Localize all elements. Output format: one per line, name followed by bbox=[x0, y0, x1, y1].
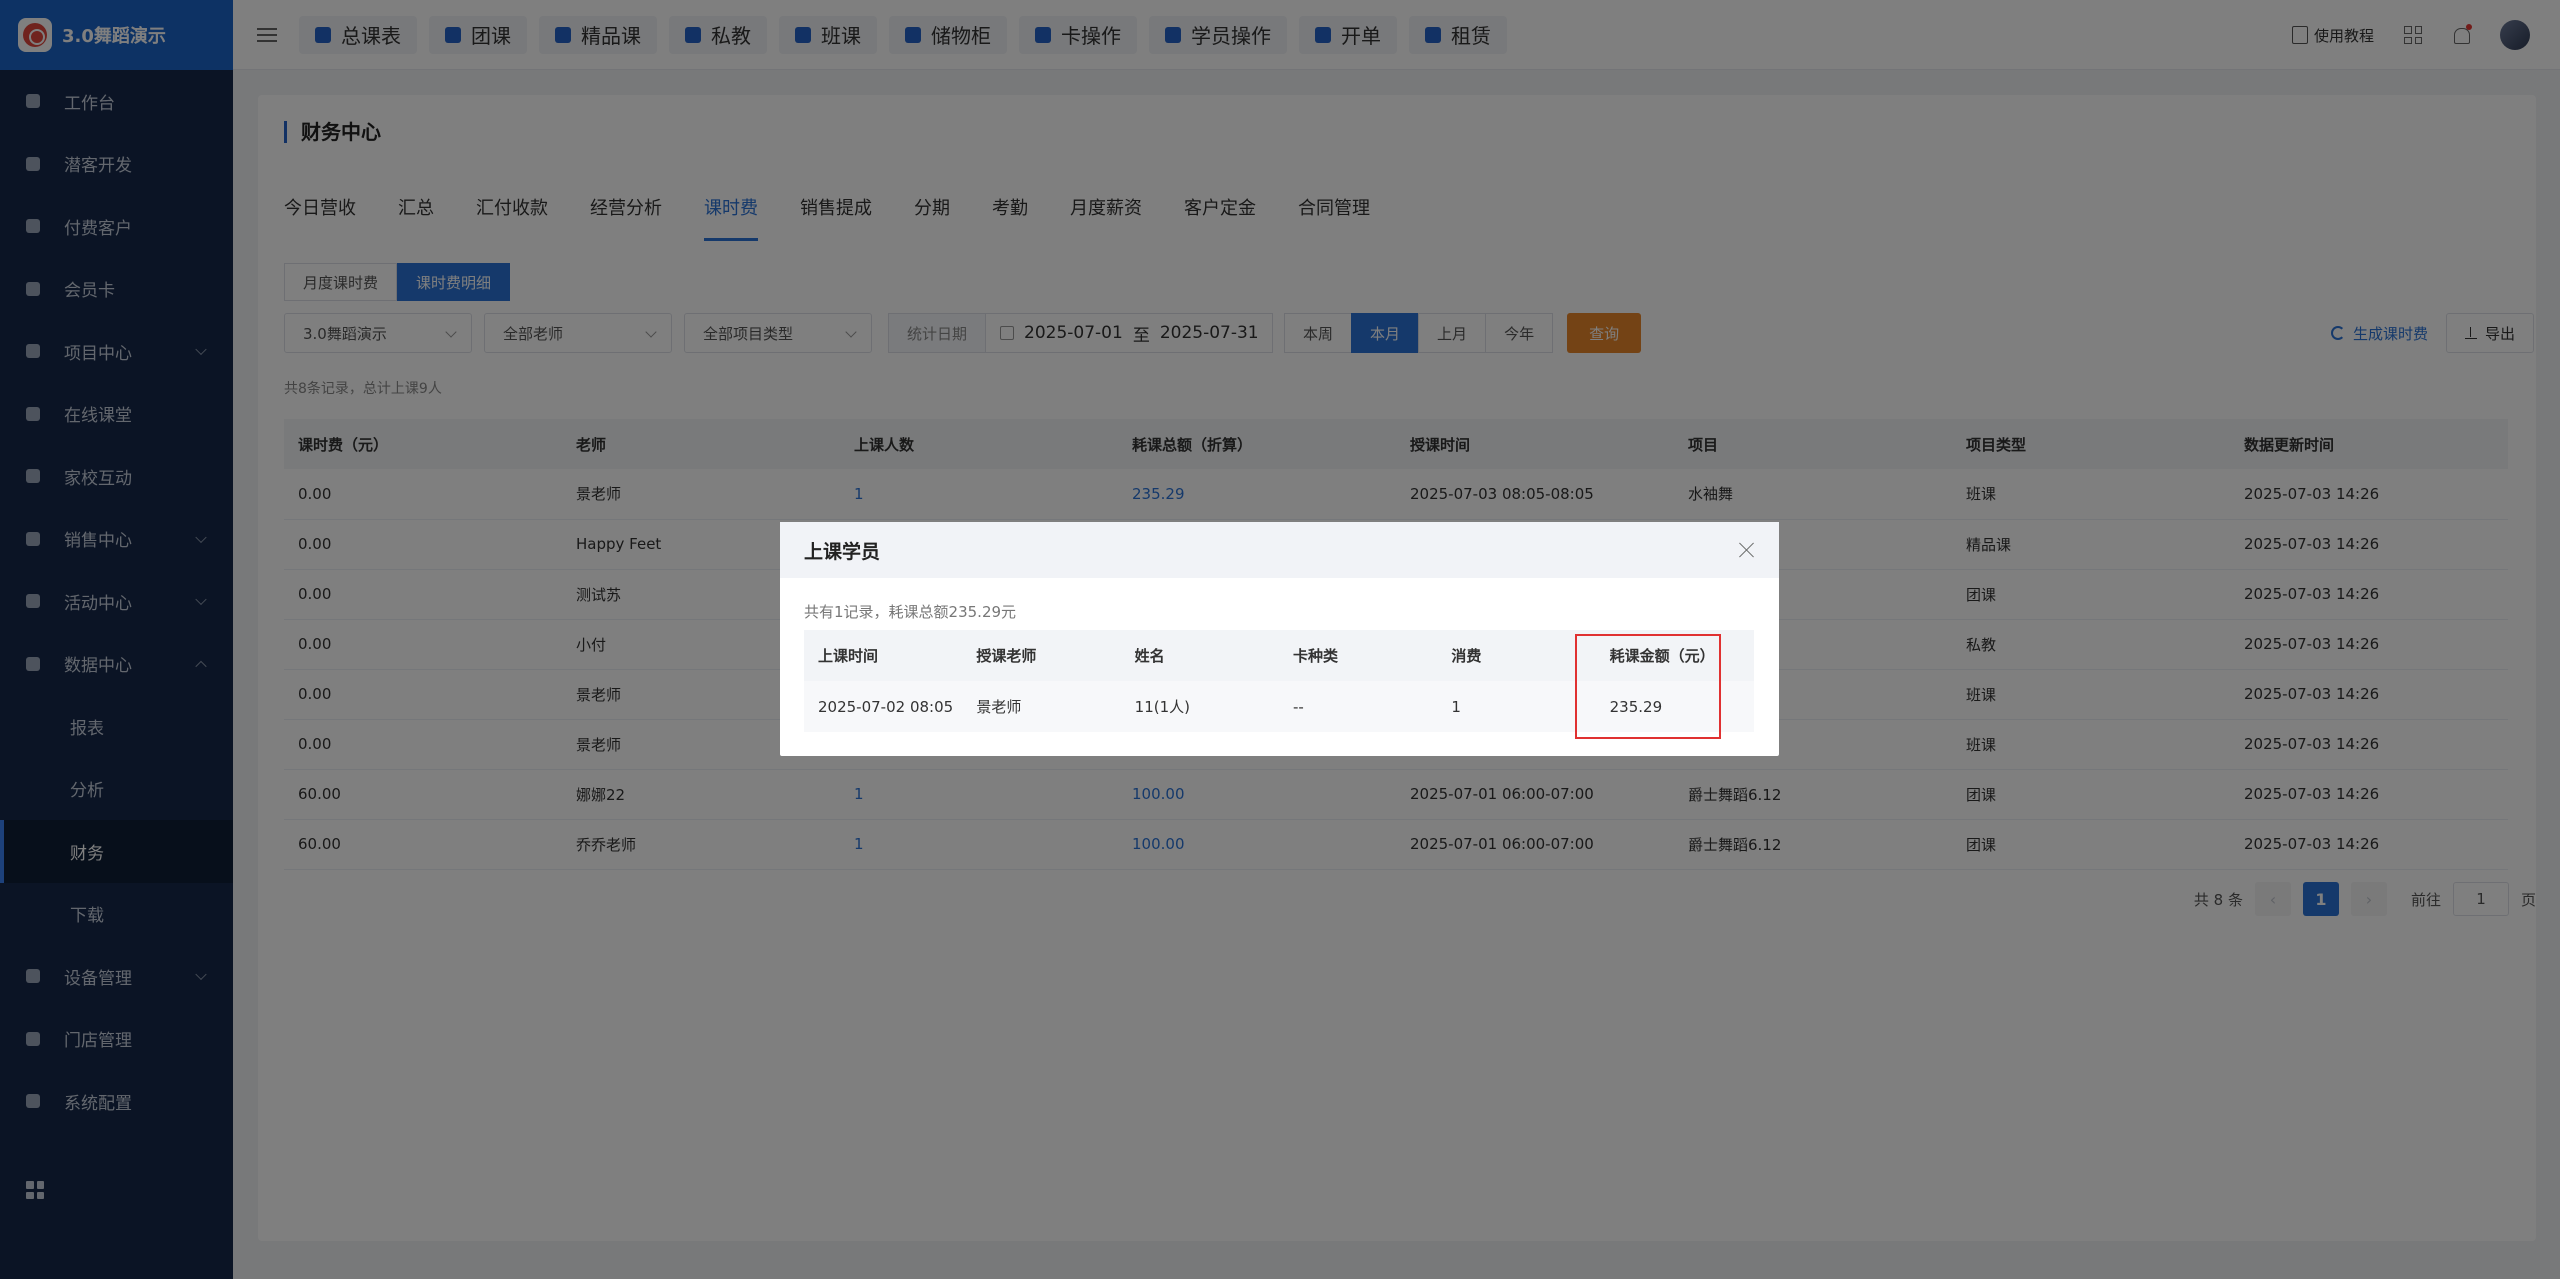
modal-table-cell: 11(1人) bbox=[1120, 681, 1279, 732]
modal-table-cell: 1 bbox=[1437, 681, 1596, 732]
highlight-box bbox=[1575, 634, 1721, 739]
modal-summary: 共有1记录，耗课总额235.29元 bbox=[804, 603, 1017, 621]
modal-table-cell: -- bbox=[1278, 681, 1438, 732]
modal-title: 上课学员 bbox=[804, 540, 881, 563]
modal-table-cell: 景老师 bbox=[962, 681, 1121, 732]
modal-column-header: 消费 bbox=[1437, 630, 1596, 681]
modal-table-cell: 2025-07-02 08:05 bbox=[804, 681, 963, 732]
modal-column-header: 卡种类 bbox=[1278, 630, 1438, 681]
modal-column-header: 授课老师 bbox=[962, 630, 1121, 681]
modal-column-header: 姓名 bbox=[1120, 630, 1279, 681]
modal-column-header: 上课时间 bbox=[804, 630, 963, 681]
close-icon[interactable] bbox=[1739, 542, 1755, 558]
modal-header: 上课学员 bbox=[780, 522, 1779, 578]
students-modal: 上课学员 共有1记录，耗课总额235.29元 上课时间 授课老师 姓名 卡种类 消费 耗课… bbox=[780, 522, 1779, 756]
